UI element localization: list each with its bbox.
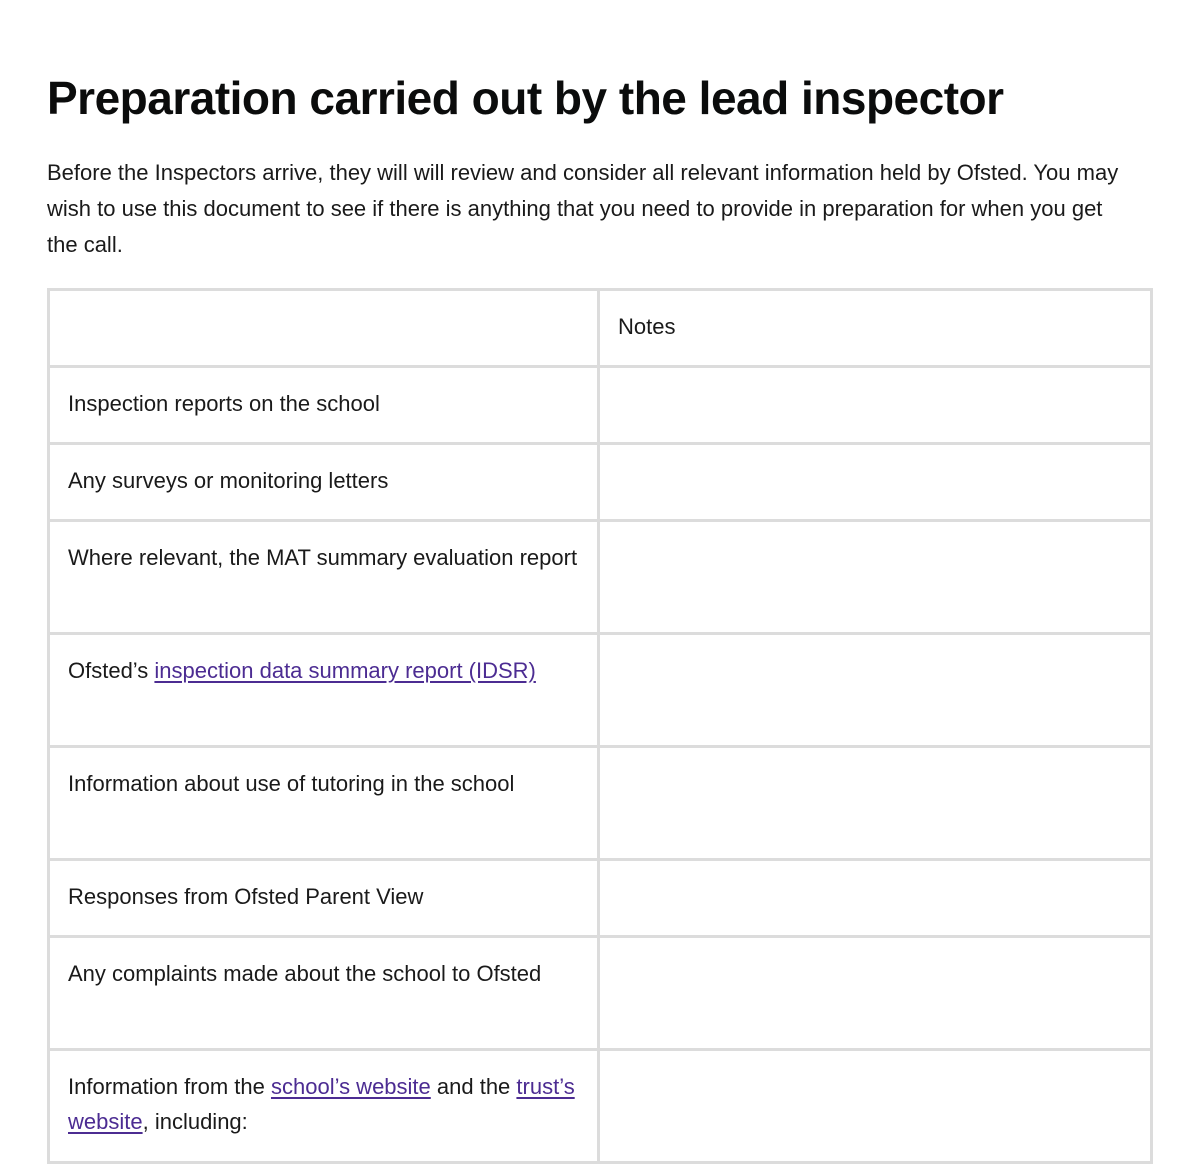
row-notes[interactable] bbox=[597, 1048, 1153, 1164]
page-title: Preparation carried out by the lead insp… bbox=[47, 72, 1004, 124]
row-notes[interactable] bbox=[597, 745, 1153, 861]
table-row: Information from the school’s website an… bbox=[47, 1048, 1153, 1164]
row-item: Any surveys or monitoring letters bbox=[47, 442, 600, 522]
table-header-row: Notes bbox=[47, 288, 1153, 368]
table-row: Inspection reports on the school bbox=[47, 365, 1153, 445]
row-item: Information from the school’s website an… bbox=[47, 1048, 600, 1164]
table-row: Where relevant, the MAT summary evaluati… bbox=[47, 519, 1153, 635]
row-notes[interactable] bbox=[597, 935, 1153, 1051]
row-item: Any complaints made about the school to … bbox=[47, 935, 600, 1051]
header-notes: Notes bbox=[597, 288, 1153, 368]
table-row: Any complaints made about the school to … bbox=[47, 935, 1153, 1051]
table-row: Responses from Ofsted Parent View bbox=[47, 858, 1153, 938]
table-row: Information about use of tutoring in the… bbox=[47, 745, 1153, 861]
row-notes[interactable] bbox=[597, 519, 1153, 635]
row-item: Where relevant, the MAT summary evaluati… bbox=[47, 519, 600, 635]
school-website-link[interactable]: school’s website bbox=[271, 1074, 431, 1099]
row-item-prefix: Information from the bbox=[68, 1074, 271, 1099]
preparation-table: Notes Inspection reports on the school A… bbox=[47, 288, 1153, 1164]
row-item: Responses from Ofsted Parent View bbox=[47, 858, 600, 938]
row-item-suffix: , including: bbox=[142, 1109, 248, 1134]
idsr-link[interactable]: inspection data summary report (IDSR) bbox=[154, 658, 535, 683]
row-item-mid: and the bbox=[430, 1074, 517, 1099]
table-row: Any surveys or monitoring letters bbox=[47, 442, 1153, 522]
row-notes[interactable] bbox=[597, 365, 1153, 445]
row-item: Ofsted’s inspection data summary report … bbox=[47, 632, 600, 748]
row-item-prefix: Ofsted’s bbox=[68, 658, 155, 683]
intro-paragraph: Before the Inspectors arrive, they will … bbox=[47, 160, 1119, 257]
row-item: Information about use of tutoring in the… bbox=[47, 745, 600, 861]
header-item bbox=[47, 288, 600, 368]
table-row: Ofsted’s inspection data summary report … bbox=[47, 632, 1153, 748]
row-notes[interactable] bbox=[597, 442, 1153, 522]
row-notes[interactable] bbox=[597, 858, 1153, 938]
row-notes[interactable] bbox=[597, 632, 1153, 748]
row-item: Inspection reports on the school bbox=[47, 365, 600, 445]
